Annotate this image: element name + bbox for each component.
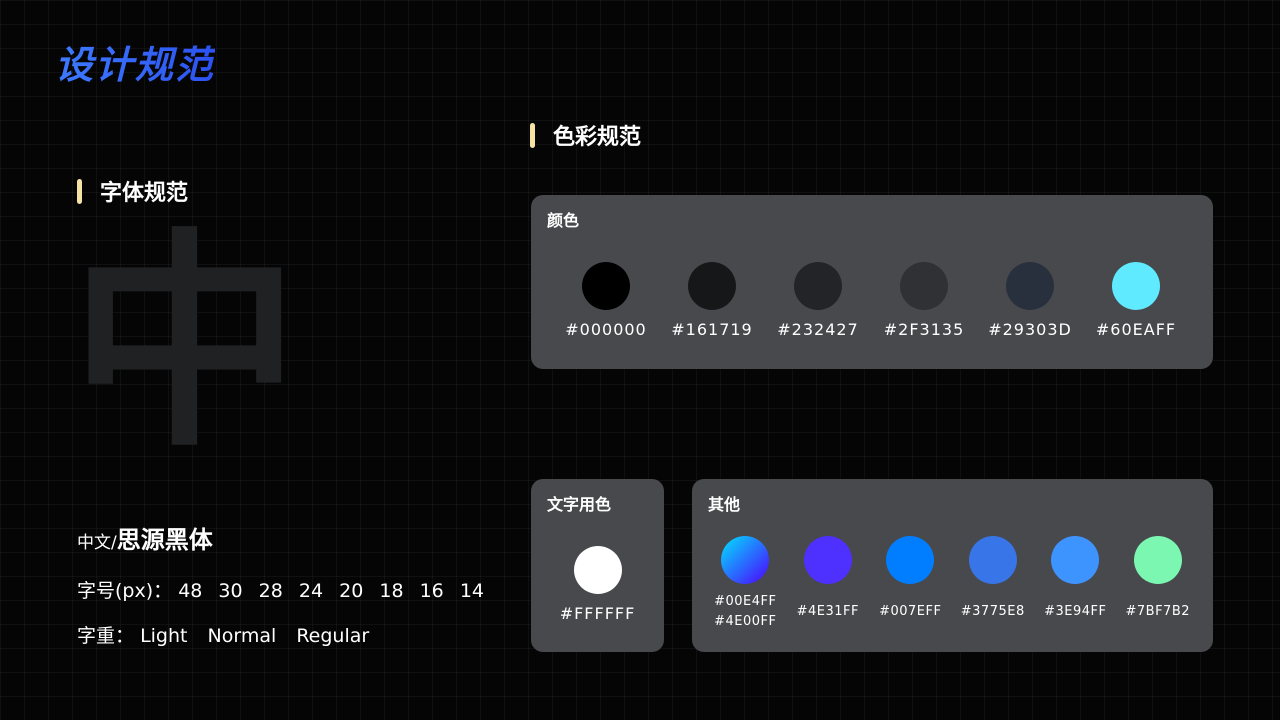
font-size-value: 16: [419, 580, 444, 602]
font-weight-value: Light: [140, 625, 188, 647]
font-size-value: 14: [459, 580, 485, 602]
font-family-line: 中文/思源黑体: [77, 520, 213, 555]
color-hex-label: #60EAFF: [1095, 320, 1177, 339]
section-marker: [77, 178, 82, 204]
color-hex-label: #007EFF: [879, 604, 942, 619]
font-size-value: 48: [178, 580, 203, 602]
font-family-prefix: 中文/: [77, 533, 117, 553]
color-swatch: #007EFF: [869, 536, 952, 632]
color-dot: [900, 262, 948, 310]
color-hex-label: #232427: [777, 320, 859, 339]
color-hex-label: #29303D: [988, 320, 1072, 339]
color-hex-label: #00E4FF: [714, 594, 777, 609]
color-hex-label: #4E31FF: [796, 604, 859, 619]
font-family-name: 思源黑体: [116, 526, 213, 554]
text-color-card: 文字用色 #FFFFFF: [531, 479, 664, 652]
color-hex-label: #2F3135: [883, 320, 965, 339]
color-swatch: #232427: [765, 262, 871, 339]
gradient-swatch: #00E4FF #4E00FF: [704, 536, 787, 632]
color-dot: [1051, 536, 1100, 584]
color-dot: [968, 536, 1017, 584]
color-swatch: #29303D: [977, 262, 1083, 339]
color-dot: [1112, 262, 1160, 310]
color-hex-label: #000000: [565, 320, 647, 339]
typography-section-heading: 字体规范: [77, 175, 188, 207]
color-dot: [688, 262, 736, 310]
color-swatch: #4E31FF: [787, 536, 870, 632]
palette-card-title: 颜色: [547, 211, 580, 230]
color-swatch: #60EAFF: [1083, 262, 1189, 339]
color-swatch: #FFFFFF: [531, 546, 664, 623]
color-dot: [1133, 536, 1182, 584]
font-weights-label: 字重：: [77, 625, 135, 647]
color-hex-label: #FFFFFF: [559, 604, 636, 623]
color-section-heading: 色彩规范: [530, 119, 641, 151]
color-swatch: #000000: [553, 262, 659, 339]
other-colors-card-title: 其他: [708, 495, 741, 514]
gradient-dot: [721, 536, 770, 584]
page-title: 设计规范: [55, 34, 215, 89]
font-size-value: 18: [379, 580, 404, 602]
other-colors-card: 其他 #00E4FF #4E00FF #4E31FF #007EFF #3775…: [692, 479, 1213, 652]
color-dot: [794, 262, 842, 310]
color-hex-label-secondary: #4E00FF: [714, 614, 777, 629]
font-size-value: 30: [218, 580, 243, 602]
font-size-value: 20: [339, 580, 364, 602]
color-dot: [573, 546, 622, 594]
other-swatch-row: #00E4FF #4E00FF #4E31FF #007EFF #3775E8 …: [704, 536, 1199, 632]
color-hex-label: #7BF7B2: [1125, 604, 1191, 619]
color-swatch: #2F3135: [871, 262, 977, 339]
color-swatch: #161719: [659, 262, 765, 339]
color-swatch: #3E94FF: [1034, 536, 1117, 632]
palette-swatch-row: #000000 #161719 #232427 #2F3135 #29303D …: [553, 262, 1189, 339]
color-swatch: #3775E8: [952, 536, 1035, 632]
font-sizes-line: 字号(px)： 48 30 28 24 20 18 16 14: [77, 576, 494, 603]
color-dot: [582, 262, 630, 310]
color-dot: [886, 536, 935, 584]
font-sizes-label: 字号(px)：: [77, 580, 173, 602]
font-weight-value: Normal: [207, 625, 277, 647]
sample-character: 中: [70, 211, 301, 478]
section-marker: [530, 122, 535, 148]
typography-heading-label: 字体规范: [100, 181, 189, 206]
font-size-value: 24: [298, 580, 324, 602]
color-hex-label: #3775E8: [960, 604, 1025, 619]
color-swatch: #7BF7B2: [1117, 536, 1200, 632]
color-hex-label: #161719: [671, 320, 753, 339]
color-heading-label: 色彩规范: [553, 125, 642, 150]
font-weight-value: Regular: [296, 625, 370, 647]
color-dot: [803, 536, 852, 584]
text-color-card-title: 文字用色: [547, 495, 612, 514]
color-dot: [1006, 262, 1054, 310]
palette-card: 颜色 #000000 #161719 #232427 #2F3135 #2930…: [531, 195, 1213, 369]
font-size-value: 28: [258, 580, 283, 602]
font-weights-line: 字重： Light Normal Regular: [77, 621, 383, 648]
color-hex-label: #3E94FF: [1044, 604, 1107, 619]
